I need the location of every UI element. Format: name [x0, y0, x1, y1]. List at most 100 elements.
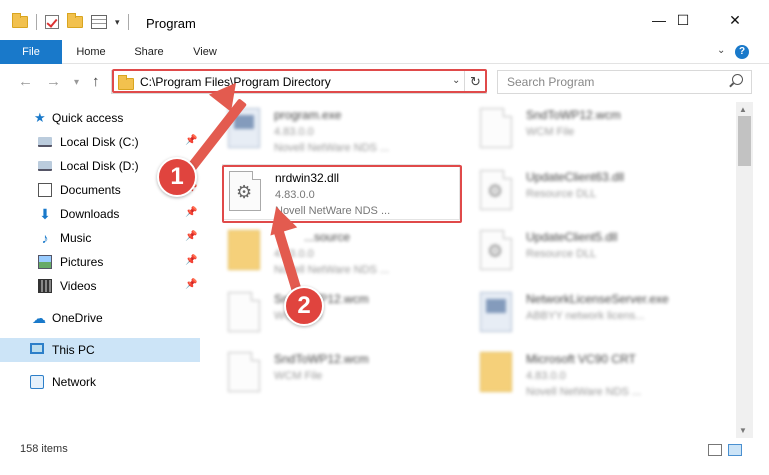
status-bar: 158 items [0, 438, 769, 462]
sidebar-item-onedrive[interactable]: ☁ OneDrive [0, 306, 200, 330]
tab-share[interactable]: Share [124, 40, 174, 64]
navigation-pane: ★ Quick access Local Disk (C:) 📌 Local D… [0, 102, 200, 438]
gear-icon: ⚙ [487, 181, 504, 201]
pin-icon[interactable]: 📌 [185, 279, 197, 290]
up-arrow-icon[interactable]: ↑ [92, 73, 100, 90]
pin-icon[interactable]: 📌 [185, 207, 197, 218]
videos-icon [38, 279, 52, 293]
file-item-source-folder[interactable]: ...source 4.83.0.0 Novell NetWare NDS ..… [222, 224, 472, 280]
file-list: program.exe 4.83.0.0 Novell NetWare NDS … [222, 102, 734, 438]
file-item-sndtowp12-wcm[interactable]: SndToWP12.wcm WCM File [474, 102, 724, 158]
file-detail: Resource DLL [526, 188, 597, 200]
sidebar-item-label: Local Disk (C:) [60, 135, 139, 149]
onedrive-cloud-icon: ☁ [32, 310, 46, 326]
window-title: Program [146, 16, 196, 31]
sidebar-item-label: Local Disk (D:) [60, 159, 139, 173]
properties-check-icon[interactable] [45, 15, 59, 29]
sidebar-item-label: Music [60, 231, 92, 245]
pin-icon[interactable]: 📌 [185, 231, 197, 242]
sidebar-item-quick-access[interactable]: ★ Quick access [0, 106, 200, 130]
music-icon: ♪ [41, 230, 49, 246]
sidebar-item-label: Pictures [60, 255, 104, 269]
pin-icon[interactable]: 📌 [185, 135, 197, 146]
maximize-button[interactable]: ☐ [660, 8, 706, 32]
pictures-icon [38, 255, 52, 269]
folder-icon [480, 352, 512, 392]
file-item-microsoft-vc90-crt[interactable]: Microsoft VC90 CRT 4.83.0.0 Novell NetWa… [474, 346, 724, 402]
sidebar-item-label: Documents [60, 183, 121, 197]
customize-toolbar-chevron-icon[interactable]: ▾ [115, 17, 120, 28]
ribbon-tabs: File Home Share View ⌄ ? [0, 40, 769, 64]
expand-ribbon-chevron-icon[interactable]: ⌄ [717, 45, 725, 56]
computer-icon [30, 343, 44, 354]
file-name: ...source [304, 230, 351, 244]
scroll-up-arrow-icon[interactable]: ▲ [739, 105, 747, 114]
step-2-badge: 2 [284, 286, 324, 326]
toolbar-divider [36, 14, 37, 30]
title-bar: ▾ Program — ☐ ✕ [0, 0, 769, 40]
pin-icon[interactable]: 📌 [185, 255, 197, 266]
file-name: NetworkLicenseServer.exe [526, 292, 669, 306]
sidebar-item-label: Quick access [52, 111, 124, 125]
file-item-networklicenseserver-exe[interactable]: NetworkLicenseServer.exe ABBYY network l… [474, 286, 724, 342]
sidebar-item-pictures[interactable]: Pictures 📌 [0, 250, 200, 274]
back-arrow-icon[interactable]: ← [18, 73, 33, 90]
downloads-icon: ⬇ [39, 206, 51, 222]
file-name: SndToWP12.wcm [274, 352, 369, 366]
file-icon [228, 292, 260, 332]
file-item-sndtowp12-wcm[interactable]: SndToWP12.wcm WCM File [222, 286, 472, 342]
exe-file-icon [480, 292, 512, 332]
tab-view[interactable]: View [180, 40, 230, 64]
item-count: 158 items [20, 443, 68, 455]
file-detail: Novell NetWare NDS ... [274, 142, 390, 154]
file-item-updateclient63-dll[interactable]: ⚙ UpdateClient63.dll Resource DLL [474, 164, 724, 220]
search-input[interactable]: Search Program [497, 70, 752, 94]
details-view-icon[interactable] [708, 444, 722, 456]
scroll-down-arrow-icon[interactable]: ▼ [739, 426, 747, 435]
help-icon[interactable]: ? [735, 45, 749, 59]
file-item-program-exe[interactable]: program.exe 4.83.0.0 Novell NetWare NDS … [222, 102, 472, 158]
file-icon [228, 352, 260, 392]
dll-file-icon: ⚙ [480, 170, 512, 210]
file-detail: 4.83.0.0 [274, 126, 314, 138]
network-icon [30, 375, 44, 389]
star-icon: ★ [34, 110, 46, 125]
sidebar-item-label: OneDrive [52, 311, 103, 325]
sidebar-item-network[interactable]: Network [0, 370, 200, 394]
tab-home[interactable]: Home [66, 40, 116, 64]
sidebar-item-downloads[interactable]: ⬇ Downloads 📌 [0, 202, 200, 226]
file-highlight [222, 165, 462, 223]
dll-file-icon: ⚙ [480, 230, 512, 270]
properties-icon[interactable] [91, 15, 107, 29]
sidebar-item-this-pc[interactable]: This PC [0, 338, 200, 362]
vertical-scrollbar[interactable]: ▲ ▼ [736, 102, 753, 438]
tiles-view-icon[interactable] [728, 444, 742, 456]
file-detail: ABBYY network licens... [526, 310, 645, 322]
folder-icon [228, 230, 260, 270]
recent-locations-chevron-icon[interactable]: ▾ [74, 77, 79, 88]
file-name: SndToWP12.wcm [526, 108, 621, 122]
file-detail: Novell NetWare NDS ... [526, 386, 642, 398]
new-folder-icon[interactable] [67, 13, 83, 28]
search-icon [732, 74, 743, 85]
step-1-badge: 1 [157, 157, 197, 197]
file-name: program.exe [274, 108, 342, 122]
file-detail: WCM File [274, 370, 323, 382]
sidebar-item-videos[interactable]: Videos 📌 [0, 274, 200, 298]
sidebar-item-label: Network [52, 375, 97, 389]
file-icon [480, 108, 512, 148]
sidebar-item-local-disk-c[interactable]: Local Disk (C:) 📌 [0, 130, 200, 154]
toolbar-divider [127, 14, 129, 30]
disk-icon [38, 161, 52, 171]
file-item-sndtowp12-wcm[interactable]: SndToWP12.wcm WCM File [222, 346, 472, 402]
tab-file[interactable]: File [0, 40, 62, 64]
forward-arrow-icon[interactable]: → [46, 73, 61, 90]
file-item-updateclient5-dll[interactable]: ⚙ UpdateClient5.dll Resource DLL [474, 224, 724, 280]
file-detail: WCM File [526, 126, 575, 138]
sidebar-item-music[interactable]: ♪ Music 📌 [0, 226, 200, 250]
file-name: UpdateClient5.dll [526, 230, 618, 244]
close-button[interactable]: ✕ [712, 8, 758, 32]
file-name: Microsoft VC90 CRT [526, 352, 636, 366]
disk-icon [38, 137, 52, 147]
scrollbar-thumb[interactable] [738, 116, 751, 166]
